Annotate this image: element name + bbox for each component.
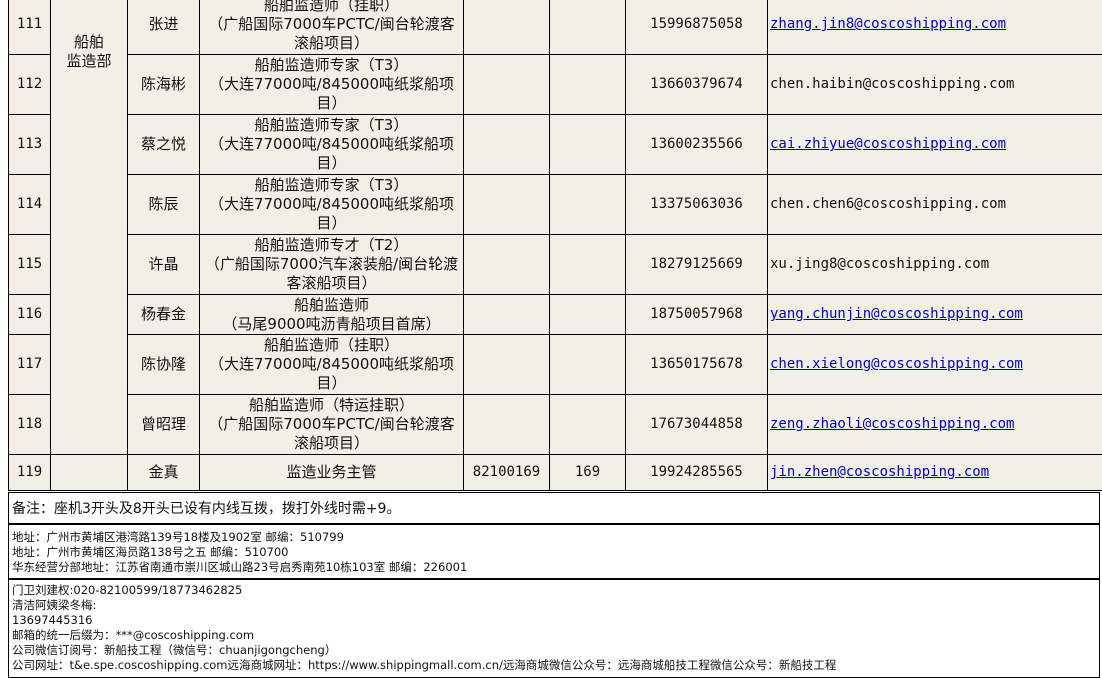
address-line-3: 华东经营分部地址：江苏省南通市崇川区城山路23号启秀南苑10栋103室 邮编：2… — [12, 560, 468, 574]
staff-title: 船舶监造师专家（T3） （大连77000吨/845000吨纸浆船项目） — [199, 174, 464, 235]
email-cell: jin.zhen@coscoshipping.com — [767, 454, 1102, 491]
landline — [463, 294, 550, 335]
table-row: 118 曾昭理 船舶监造师（特运挂职） （广船国际7000车PCTC/闽台轮渡客滚船… — [8, 394, 1102, 455]
email-text: chen.haibin@coscoshipping.com — [770, 76, 1015, 92]
mobile-phone: 19924285565 — [625, 454, 768, 491]
row-index: 113 — [8, 114, 51, 175]
address-line-2: 地址：广州市黄埔区海员路138号之五 邮编：510700 — [12, 545, 289, 559]
landline — [463, 334, 550, 395]
department-cell: 船舶 监造部 — [50, 0, 128, 455]
email-text: xu.jing8@coscoshipping.com — [770, 256, 990, 272]
table-row: 117 陈协隆 船舶监造师（挂职） （大连77000吨/845000吨纸浆船项目） 1… — [8, 334, 1102, 395]
row-index: 115 — [8, 234, 51, 295]
email-link[interactable]: chen.xielong@coscoshipping.com — [770, 356, 1023, 372]
email-link[interactable]: zeng.zhaoli@coscoshipping.com — [770, 416, 1014, 432]
address-line-1: 地址：广州市黄埔区港湾路139号18楼及1902室 邮编：510799 — [12, 530, 344, 544]
mobile-phone: 13600235566 — [625, 114, 768, 175]
contact-info-block: 门卫刘建权:020-82100599/18773462825 清洁阿姨梁冬梅: … — [8, 579, 1100, 678]
row-index: 118 — [8, 394, 51, 455]
staff-name: 许晶 — [127, 234, 200, 295]
extension — [549, 114, 626, 175]
landline — [463, 394, 550, 455]
landline — [463, 174, 550, 235]
cleaner-contact: 清洁阿姨梁冬梅: — [12, 598, 97, 612]
row-index: 117 — [8, 334, 51, 395]
address-block: 地址：广州市黄埔区港湾路139号18楼及1902室 邮编：510799 地址：广… — [8, 524, 1100, 579]
wechat-account: 公司微信订阅号：新船技工程（微信号：chuanjigongcheng） — [12, 643, 337, 657]
email-link[interactable]: jin.zhen@coscoshipping.com — [770, 464, 989, 480]
staff-name: 陈辰 — [127, 174, 200, 235]
row-index: 116 — [8, 294, 51, 335]
landline: 82100169 — [463, 454, 550, 491]
table-row: 114 陈辰 船舶监造师专家（T3） （大连77000吨/845000吨纸浆船项目）… — [8, 174, 1102, 235]
row-index: 119 — [8, 454, 51, 491]
email-cell: zeng.zhaoli@coscoshipping.com — [767, 394, 1102, 455]
staff-title: 船舶监造师（特运挂职） （广船国际7000车PCTC/闽台轮渡客滚船项目） — [199, 394, 464, 455]
table-row: 112 陈海彬 船舶监造师专家（T3） （大连77000吨/845000吨纸浆船项目… — [8, 54, 1102, 115]
email-cell: xu.jing8@coscoshipping.com — [767, 234, 1102, 295]
table-row: 116 杨春金 船舶监造师 （马尾9000吨沥青船项目首席） 18750057968 y… — [8, 294, 1102, 335]
email-link[interactable]: zhang.jin8@coscoshipping.com — [770, 16, 1006, 32]
email-cell: cai.zhiyue@coscoshipping.com — [767, 114, 1102, 175]
cleaner-phone: 13697445316 — [12, 613, 93, 627]
row-index: 111 — [8, 0, 51, 55]
staff-directory-table: 111 船舶 监造部 张进 船舶监造师（挂职） （广船国际7000车PCTC/闽台轮渡… — [8, 0, 1102, 491]
mobile-phone: 13375063036 — [625, 174, 768, 235]
staff-title: 船舶监造师 （马尾9000吨沥青船项目首席） — [199, 294, 464, 335]
extension — [549, 294, 626, 335]
staff-title: 监造业务主管 — [199, 454, 464, 491]
email-link[interactable]: cai.zhiyue@coscoshipping.com — [770, 136, 1006, 152]
staff-name: 蔡之悦 — [127, 114, 200, 175]
mobile-phone: 18279125669 — [625, 234, 768, 295]
email-cell: zhang.jin8@coscoshipping.com — [767, 0, 1102, 55]
staff-title: 船舶监造师（挂职） （大连77000吨/845000吨纸浆船项目） — [199, 334, 464, 395]
staff-title: 船舶监造师专家（T3） （大连77000吨/845000吨纸浆船项目） — [199, 54, 464, 115]
email-text: chen.chen6@coscoshipping.com — [770, 196, 1007, 212]
staff-name: 曾昭理 — [127, 394, 200, 455]
extension — [549, 0, 626, 55]
landline — [463, 234, 550, 295]
landline — [463, 114, 550, 175]
staff-name: 金真 — [127, 454, 200, 491]
mobile-phone: 13650175678 — [625, 334, 768, 395]
staff-name: 陈海彬 — [127, 54, 200, 115]
extension — [549, 394, 626, 455]
email-cell: yang.chunjin@coscoshipping.com — [767, 294, 1102, 335]
landline — [463, 0, 550, 55]
staff-name: 张进 — [127, 0, 200, 55]
staff-title: 船舶监造师专才（T2） （广船国际7000汽车滚装船/闽台轮渡客滚船项目） — [199, 234, 464, 295]
email-cell: chen.haibin@coscoshipping.com — [767, 54, 1102, 115]
extension — [549, 334, 626, 395]
department-cell-empty — [50, 454, 128, 491]
staff-title: 船舶监造师专家（T3） （大连77000吨/845000吨纸浆船项目） — [199, 114, 464, 175]
guard-contact: 门卫刘建权:020-82100599/18773462825 — [12, 583, 243, 597]
mobile-phone: 15996875058 — [625, 0, 768, 55]
staff-name: 杨春金 — [127, 294, 200, 335]
mobile-phone: 13660379674 — [625, 54, 768, 115]
table-row: 113 蔡之悦 船舶监造师专家（T3） （大连77000吨/845000吨纸浆船项目… — [8, 114, 1102, 175]
extension — [549, 234, 626, 295]
email-cell: chen.xielong@coscoshipping.com — [767, 334, 1102, 395]
staff-name: 陈协隆 — [127, 334, 200, 395]
extension: 169 — [549, 454, 626, 491]
extension — [549, 54, 626, 115]
extension — [549, 174, 626, 235]
row-index: 112 — [8, 54, 51, 115]
email-cell: chen.chen6@coscoshipping.com — [767, 174, 1102, 235]
landline — [463, 54, 550, 115]
table-row: 119 金真 监造业务主管 82100169 169 19924285565 jin.zhe… — [8, 454, 1102, 491]
remark-note: 备注：座机3开头及8开头已设有内线互拨，拨打外线时需+9。 — [8, 492, 1100, 524]
table-row: 115 许晶 船舶监造师专才（T2） （广船国际7000汽车滚装船/闽台轮渡客滚船项… — [8, 234, 1102, 295]
email-link[interactable]: yang.chunjin@coscoshipping.com — [770, 306, 1023, 322]
email-suffix: 邮箱的统一后缀为：***@coscoshipping.com — [12, 628, 255, 642]
remark-text: 备注：座机3开头及8开头已设有内线互拨，拨打外线时需+9。 — [12, 501, 401, 517]
row-index: 114 — [8, 174, 51, 235]
table-row: 111 船舶 监造部 张进 船舶监造师（挂职） （广船国际7000车PCTC/闽台轮渡… — [8, 0, 1102, 455]
mobile-phone: 17673044858 — [625, 394, 768, 455]
website-info: 公司网址：t&e.spe.coscoshipping.com远海商城网址：htt… — [12, 658, 837, 672]
mobile-phone: 18750057968 — [625, 294, 768, 335]
staff-title: 船舶监造师（挂职） （广船国际7000车PCTC/闽台轮渡客滚船项目） — [199, 0, 464, 55]
